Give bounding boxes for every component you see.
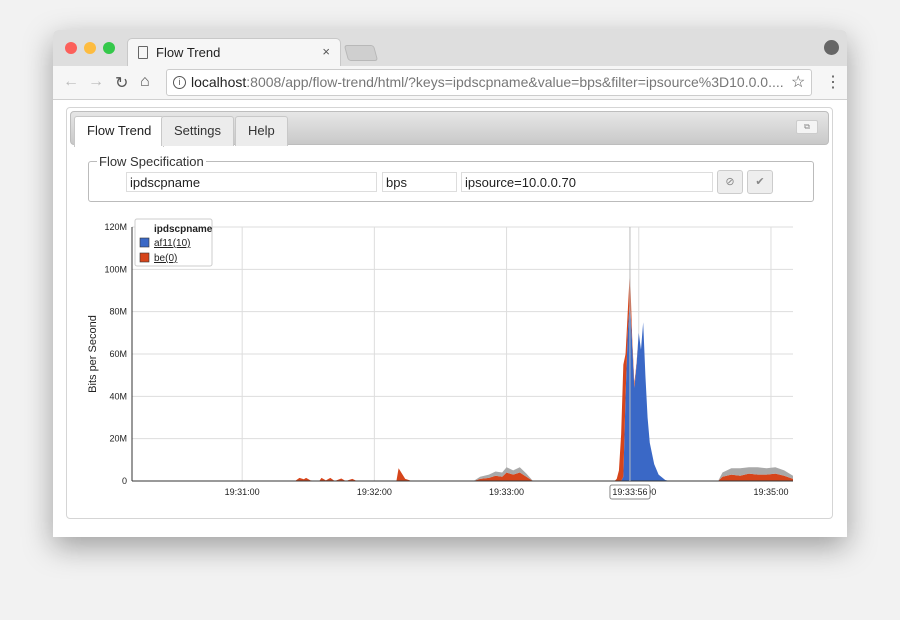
x-tick-label: 19:32:00 (357, 487, 392, 497)
area-series-be0 (132, 269, 793, 481)
y-tick-label: 80M (109, 307, 127, 317)
y-tick-label: 120M (104, 222, 127, 232)
legend-item-be[interactable]: be(0) (154, 253, 177, 264)
y-tick-label: 20M (109, 434, 127, 444)
y-tick-label: 60M (109, 349, 127, 359)
chart-legend: ipdscpname af11(10) be(0) (134, 218, 213, 267)
x-tick-label: 19:31:00 (225, 487, 260, 497)
flow-trend-chart: 0 20M 40M 60M 80M 100M 120M 19:31:00 19:32:00 19:… (87, 218, 793, 500)
legend-swatch-be (139, 252, 150, 263)
y-tick-label: 0 (122, 476, 127, 486)
y-tick-label: 40M (109, 391, 127, 401)
x-tick-label: 19:35:00 (753, 487, 788, 497)
area-series-other (132, 269, 793, 481)
legend-item-af11[interactable]: af11(10) (154, 238, 191, 249)
legend-swatch-af11 (139, 237, 150, 248)
x-tick-label: 19:33:00 (489, 487, 524, 497)
legend-title: ipdscpname (154, 224, 213, 235)
area-series-af1110 (132, 298, 793, 481)
y-tick-label: 100M (104, 264, 127, 274)
cursor-time-label: 19:33:56 (612, 487, 647, 497)
y-axis-label: Bits per Second (87, 315, 99, 393)
